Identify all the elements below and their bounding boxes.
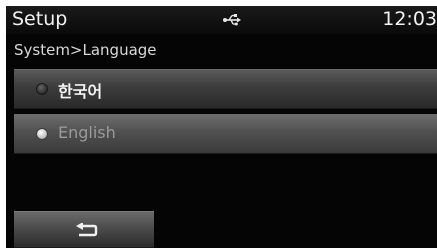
language-label: 한국어 [58,82,103,101]
back-arrow-icon [76,222,98,238]
usb-icon [222,10,242,30]
radio-selected-icon [36,128,48,140]
clock: 12:03 [382,8,437,30]
breadcrumb: System>Language [14,41,157,59]
language-option-english[interactable]: English [14,114,437,154]
language-option-korean[interactable]: 한국어 [14,69,437,109]
language-label: English [58,123,116,142]
radio-unselected-icon [36,83,48,95]
header-bar: Setup 12:03 [6,6,437,34]
back-button[interactable] [14,211,154,248]
setup-screen: Setup 12:03 System>Language 한국어 English [6,6,437,248]
page-title: Setup [12,8,68,30]
